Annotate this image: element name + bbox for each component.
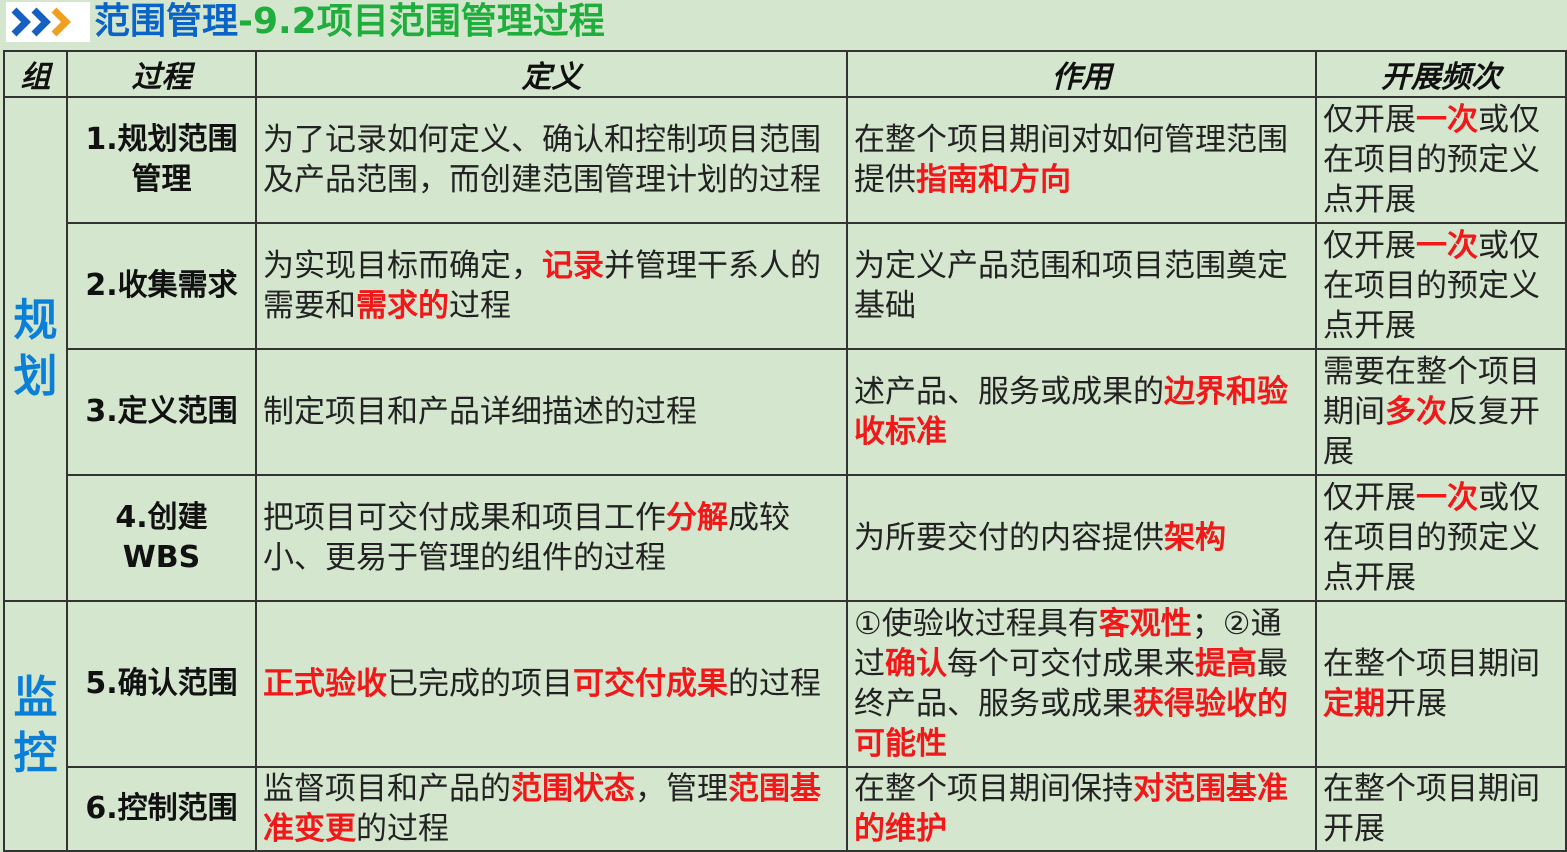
table-row: 3.定义范围 制定项目和产品详细描述的过程 述产品、服务或成果的边界和验收标准 …	[4, 348, 1567, 476]
cell-text: ①使验收过程具有	[854, 606, 1099, 642]
group-monitoring-label: 监控	[13, 672, 58, 779]
frequency-cell: 在整个项目期间开展	[1315, 766, 1567, 852]
cell-text: 把项目可交付成果和项目工作	[263, 500, 666, 536]
frequency-cell: 仅开展一次或仅在项目的预定义点开展	[1315, 222, 1567, 350]
frequency-cell: 仅开展一次或仅在项目的预定义点开展	[1315, 96, 1567, 224]
header-group: 组	[3, 50, 68, 98]
highlighted-text: 提高	[1195, 646, 1257, 682]
cell-text: 在整个项目期间	[1323, 646, 1540, 682]
process-name-line: 3.定义范围	[85, 394, 238, 429]
highlighted-text: 确认	[885, 646, 947, 682]
role-cell: 述产品、服务或成果的边界和验收标准	[846, 348, 1317, 476]
cell-text: 为所要交付的内容提供	[854, 520, 1164, 556]
cell-text: 为定义产品范围和项目范围奠定基础	[854, 248, 1288, 324]
cell-text: 仅开展	[1323, 228, 1416, 264]
definition-cell: 为了记录如何定义、确认和控制项目范围及产品范围，而创建范围管理计划的过程	[255, 96, 848, 224]
definition-cell: 正式验收已完成的项目可交付成果的过程	[255, 600, 848, 768]
title-part-1: 范围管理	[94, 1, 239, 42]
process-cell: 2.收集需求	[66, 222, 257, 350]
header-role: 作用	[846, 50, 1317, 98]
group-monitoring: 监控	[3, 600, 68, 852]
group-planning: 规划	[3, 96, 68, 602]
cell-text: 已完成的项目	[387, 666, 573, 702]
table-row: 6.控制范围 监督项目和产品的范围状态，管理范围基准变更的过程 在整个项目期间保…	[4, 766, 1567, 852]
cell-text: 为了记录如何定义、确认和控制项目范围及产品范围，而创建范围管理计划的过程	[263, 122, 821, 198]
highlighted-text: 定期	[1323, 686, 1385, 722]
table-row: 2.收集需求 为实现目标而确定，记录并管理干系人的需要和需求的过程 为定义产品范…	[4, 222, 1567, 350]
definition-cell: 把项目可交付成果和项目工作分解成较小、更易于管理的组件的过程	[255, 474, 848, 602]
definition-cell: 为实现目标而确定，记录并管理干系人的需要和需求的过程	[255, 222, 848, 350]
frequency-cell: 需要在整个项目期间多次反复开展	[1315, 348, 1567, 476]
highlighted-text: 架构	[1164, 520, 1226, 556]
cell-text: 过程	[449, 288, 511, 324]
cell-text: 监督项目和产品的	[263, 771, 511, 807]
cell-text: 的过程	[356, 811, 449, 847]
process-cell: 1.规划范围 管理	[66, 96, 257, 224]
process-cell: 3.定义范围	[66, 348, 257, 476]
process-name-line: 6.控制范围	[85, 791, 238, 826]
header-process: 过程	[66, 50, 257, 98]
process-name-line: WBS	[122, 540, 201, 575]
process-name-line: 2.收集需求	[85, 268, 238, 303]
highlighted-text: 多次	[1385, 394, 1447, 430]
group-planning-label: 规划	[13, 295, 58, 402]
header-definition: 定义	[255, 50, 848, 98]
role-cell: 为定义产品范围和项目范围奠定基础	[846, 222, 1317, 350]
role-cell: ①使验收过程具有客观性；②通过确认每个可交付成果来提高最终产品、服务或成果获得验…	[846, 600, 1317, 768]
process-name-line: 管理	[131, 162, 192, 197]
definition-cell: 制定项目和产品详细描述的过程	[255, 348, 848, 476]
process-cell: 6.控制范围	[66, 766, 257, 852]
logo-badge	[6, 2, 90, 42]
cell-text: 仅开展	[1323, 102, 1416, 138]
page-header: 范围管理-9.2项目范围管理过程	[0, 0, 1567, 46]
cell-text: 在整个项目期间保持	[854, 771, 1133, 807]
frequency-cell: 在整个项目期间定期开展	[1315, 600, 1567, 768]
process-cell: 5.确认范围	[66, 600, 257, 768]
table-row: 规划 1.规划范围 管理 为了记录如何定义、确认和控制项目范围及产品范围，而创建范…	[3, 96, 1567, 602]
highlighted-text: 一次	[1416, 228, 1478, 264]
highlighted-text: 分解	[666, 500, 728, 536]
highlighted-text: 客观性	[1098, 606, 1192, 642]
highlighted-text: 记录	[542, 248, 604, 284]
cell-text: 仅开展	[1323, 480, 1416, 516]
process-name-line: 4.创建	[115, 500, 208, 535]
cell-text: 述产品、服务或成果的	[854, 374, 1164, 410]
table-row: 4.创建 WBS 把项目可交付成果和项目工作分解成较小、更易于管理的组件的过程 为…	[4, 474, 1567, 602]
process-cell: 4.创建 WBS	[66, 474, 257, 602]
cell-text: 的过程	[728, 666, 821, 702]
header-frequency: 开展频次	[1315, 50, 1567, 98]
highlighted-text: 一次	[1416, 480, 1478, 516]
role-cell: 在整个项目期间保持对范围基准的维护	[846, 766, 1317, 852]
highlighted-text: 正式验收	[263, 666, 387, 702]
frequency-cell: 仅开展一次或仅在项目的预定义点开展	[1315, 474, 1567, 602]
process-table: 组 过程 定义 作用 开展频次 规划 1.规划范围 管理 为了记录如何定义、确认和…	[3, 50, 1567, 852]
table-row: 监控 5.确认范围 正式验收已完成的项目可交付成果的过程 ①使验收过程具有客观性…	[3, 600, 1567, 852]
process-name-line: 5.确认范围	[85, 666, 238, 701]
highlighted-text: 一次	[1416, 102, 1478, 138]
title-part-2: -9.2项目范围管理过程	[238, 1, 605, 42]
cell-text: ，管理	[635, 771, 728, 807]
role-cell: 在整个项目期间对如何管理范围提供指南和方向	[846, 96, 1317, 224]
table-header-row: 组 过程 定义 作用 开展频次	[3, 50, 1567, 98]
cell-text: 为实现目标而确定，	[263, 248, 542, 284]
definition-cell: 监督项目和产品的范围状态，管理范围基准变更的过程	[255, 766, 848, 852]
highlighted-text: 范围状态	[511, 771, 635, 807]
highlighted-text: 可交付成果	[573, 666, 728, 702]
highlighted-text: 指南和方向	[916, 162, 1071, 198]
process-name-line: 1.规划范围	[85, 122, 238, 157]
cell-text: 每个可交付成果来	[947, 646, 1195, 682]
triple-chevron-right-icon	[11, 7, 71, 37]
cell-text: 在整个项目期间开展	[1323, 771, 1540, 847]
highlighted-text: 需求的	[356, 288, 449, 324]
role-cell: 为所要交付的内容提供架构	[846, 474, 1317, 602]
cell-text: 开展	[1385, 686, 1447, 722]
cell-text: 制定项目和产品详细描述的过程	[263, 394, 697, 430]
page-title: 范围管理-9.2项目范围管理过程	[94, 0, 605, 44]
